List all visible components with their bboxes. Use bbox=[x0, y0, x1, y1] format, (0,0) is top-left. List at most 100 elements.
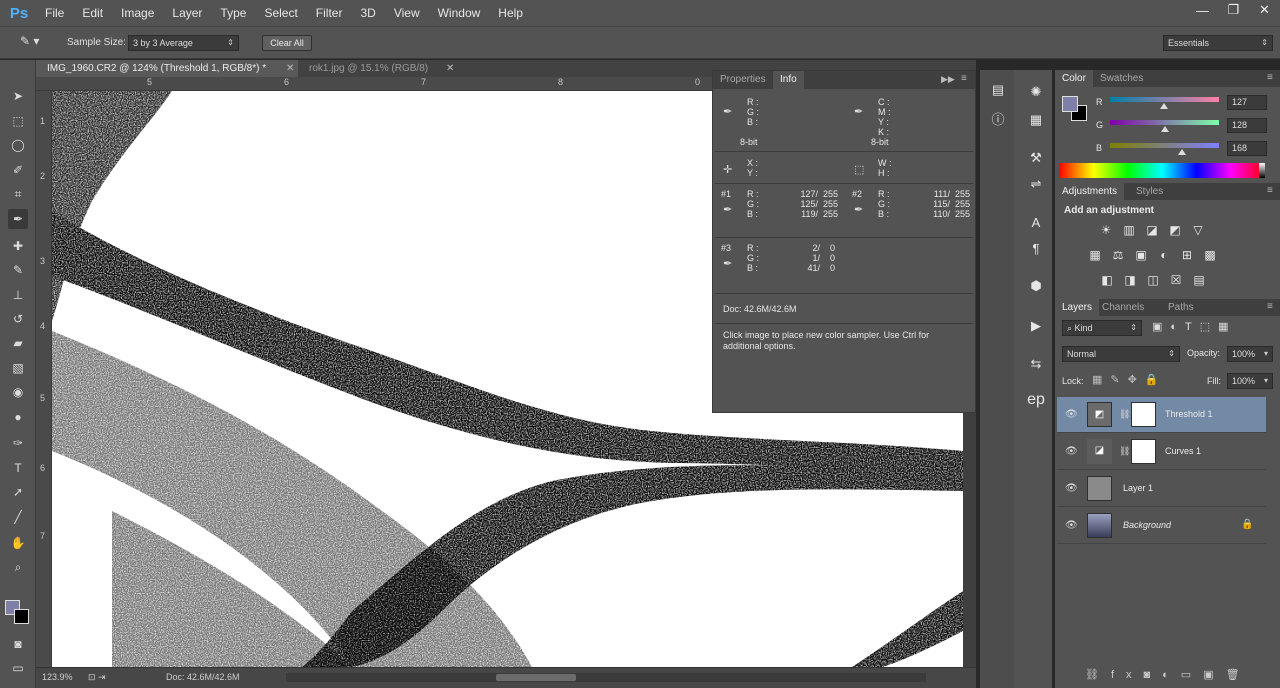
close-icon[interactable]: ✕ bbox=[446, 60, 454, 77]
color-value-g[interactable]: 128 bbox=[1227, 118, 1267, 133]
gradient-tool-icon[interactable]: ▧ bbox=[8, 358, 28, 378]
measurement-icon[interactable]: ⇆ bbox=[1024, 352, 1048, 376]
clone-stamp-tool-icon[interactable]: ⊥ bbox=[8, 285, 28, 305]
tab-info[interactable]: Info bbox=[773, 71, 804, 89]
zoom-tool-icon[interactable]: ⌕ bbox=[8, 557, 28, 577]
eraser-tool-icon[interactable]: ▰ bbox=[8, 333, 28, 353]
panel-menu-icon[interactable]: ≡ bbox=[961, 73, 967, 84]
color-spectrum[interactable] bbox=[1059, 163, 1265, 178]
share-icon[interactable]: ⊡ ⇥ bbox=[88, 672, 106, 683]
layer-row-threshold[interactable]: 👁 ◩ ⛓ Threshold 1 bbox=[1057, 397, 1266, 433]
line-tool-icon[interactable]: ╱ bbox=[8, 507, 28, 527]
black-white-icon[interactable]: ▣ bbox=[1133, 247, 1149, 263]
panel-menu-icon[interactable]: ≡ bbox=[1267, 72, 1273, 83]
color-sampler-preset-icon[interactable]: ✎ ▾ bbox=[20, 34, 50, 52]
layer-filter-select[interactable]: ⌕ Kind ⇕ bbox=[1062, 320, 1142, 336]
menu-filter[interactable]: Filter bbox=[307, 0, 352, 26]
photo-filter-icon[interactable]: ◐ bbox=[1156, 247, 1172, 263]
slider-knob-r[interactable] bbox=[1160, 103, 1169, 109]
menu-help[interactable]: Help bbox=[489, 0, 532, 26]
color-balance-icon[interactable]: ⚖ bbox=[1110, 247, 1126, 263]
color-value-r[interactable]: 127 bbox=[1227, 95, 1267, 110]
brightness-contrast-icon[interactable]: ☀ bbox=[1098, 222, 1114, 238]
curves-icon[interactable]: ◪ bbox=[1144, 222, 1160, 238]
slider-track-r[interactable] bbox=[1110, 97, 1219, 102]
tab-properties[interactable]: Properties bbox=[713, 71, 773, 89]
history-icon[interactable]: ▤ bbox=[986, 78, 1010, 102]
quick-mask-icon[interactable]: ◙ bbox=[8, 634, 28, 654]
menu-select[interactable]: Select bbox=[255, 0, 306, 26]
ep-plugin-icon[interactable]: ep bbox=[1024, 388, 1048, 412]
hue-saturation-icon[interactable]: ▦ bbox=[1087, 247, 1103, 263]
menu-file[interactable]: File bbox=[36, 0, 73, 26]
menu-layer[interactable]: Layer bbox=[163, 0, 211, 26]
layer-mask-thumb[interactable] bbox=[1131, 439, 1156, 464]
restore-button[interactable]: ❐ bbox=[1218, 0, 1249, 20]
eye-icon[interactable]: 👁 bbox=[1065, 483, 1078, 494]
clone-source-icon[interactable]: ⇌ bbox=[1024, 172, 1048, 196]
foreground-color-chip[interactable] bbox=[1062, 96, 1078, 112]
menu-edit[interactable]: Edit bbox=[73, 0, 112, 26]
slider-track-g[interactable] bbox=[1110, 120, 1219, 125]
panel-menu-icon[interactable]: ≡ bbox=[1267, 301, 1273, 312]
healing-brush-tool-icon[interactable]: ✚ bbox=[8, 236, 28, 256]
horizontal-scrollbar[interactable] bbox=[286, 673, 926, 682]
lock-options-icons[interactable]: ▦✎✥🔒 bbox=[1092, 373, 1167, 386]
quick-select-tool-icon[interactable]: ✐ bbox=[8, 160, 28, 180]
brush-tool-icon[interactable]: ✎ bbox=[8, 260, 28, 280]
type-tool-icon[interactable]: T bbox=[8, 458, 28, 478]
character-icon[interactable]: A bbox=[1024, 210, 1048, 234]
blur-tool-icon[interactable]: ◉ bbox=[8, 382, 28, 402]
crop-tool-icon[interactable]: ⌗ bbox=[8, 184, 28, 204]
tab-adjustments[interactable]: Adjustments bbox=[1055, 183, 1125, 201]
3d-icon[interactable]: ⬢ bbox=[1024, 274, 1048, 298]
info-icon[interactable]: ⓘ bbox=[986, 106, 1010, 130]
tab-channels[interactable]: Channels bbox=[1095, 299, 1151, 317]
tab-color[interactable]: Color bbox=[1055, 70, 1093, 88]
vibrance-icon[interactable]: ▽ bbox=[1190, 222, 1206, 238]
levels-icon[interactable]: ▥ bbox=[1121, 222, 1137, 238]
tab-swatches[interactable]: Swatches bbox=[1093, 70, 1150, 88]
minimize-button[interactable]: — bbox=[1187, 0, 1218, 20]
layers-footer-icons[interactable]: ⛓fx◙◐▭▣🗑 bbox=[1085, 668, 1275, 684]
menu-view[interactable]: View bbox=[385, 0, 429, 26]
invert-icon[interactable]: ◧ bbox=[1099, 272, 1115, 288]
posterize-icon[interactable]: ◨ bbox=[1122, 272, 1138, 288]
menu-3d[interactable]: 3D bbox=[351, 0, 384, 26]
tab-paths[interactable]: Paths bbox=[1161, 299, 1201, 317]
opacity-field[interactable]: 100% ▾ bbox=[1227, 346, 1273, 362]
background-color-swatch[interactable] bbox=[14, 609, 29, 624]
history-brush-tool-icon[interactable]: ↺ bbox=[8, 309, 28, 329]
eye-icon[interactable]: 👁 bbox=[1065, 446, 1078, 457]
scrollbar-thumb[interactable] bbox=[496, 674, 576, 681]
eyedropper-tool-icon[interactable]: ✒ bbox=[8, 209, 28, 229]
menu-image[interactable]: Image bbox=[112, 0, 163, 26]
lasso-tool-icon[interactable]: ◯ bbox=[8, 135, 28, 155]
slider-track-b[interactable] bbox=[1110, 143, 1219, 148]
gradient-map-icon[interactable]: ▤ bbox=[1191, 272, 1207, 288]
actions-icon[interactable]: ▶ bbox=[1024, 314, 1048, 338]
layer-row-background[interactable]: 👁 Background 🔒 bbox=[1057, 508, 1266, 544]
tool-presets-icon[interactable]: ⚒ bbox=[1024, 146, 1048, 170]
color-value-b[interactable]: 168 bbox=[1227, 141, 1267, 156]
tab-img-1960[interactable]: IMG_1960.CR2 @ 124% (Threshold 1, RGB/8*… bbox=[36, 60, 298, 77]
menu-window[interactable]: Window bbox=[429, 0, 490, 26]
collapse-icon[interactable]: ▶▶ bbox=[941, 74, 955, 85]
layer-row-curves[interactable]: 👁 ◪ ⛓ Curves 1 bbox=[1057, 434, 1266, 470]
slider-knob-b[interactable] bbox=[1177, 149, 1186, 155]
zoom-level[interactable]: 123.9% bbox=[42, 672, 73, 682]
selective-color-icon[interactable]: ☒ bbox=[1168, 272, 1184, 288]
color-lookup-icon[interactable]: ▩ bbox=[1202, 247, 1218, 263]
marquee-tool-icon[interactable]: ⬚ bbox=[8, 111, 28, 131]
layer-mask-thumb[interactable] bbox=[1131, 402, 1156, 427]
exposure-icon[interactable]: ◩ bbox=[1167, 222, 1183, 238]
tab-styles[interactable]: Styles bbox=[1129, 183, 1170, 201]
workspace-select[interactable]: Essentials ⇕ bbox=[1163, 35, 1273, 51]
paragraph-icon[interactable]: ¶ bbox=[1024, 236, 1048, 260]
menu-type[interactable]: Type bbox=[211, 0, 255, 26]
pen-tool-icon[interactable]: ✑ bbox=[8, 433, 28, 453]
panel-menu-icon[interactable]: ≡ bbox=[1267, 185, 1273, 196]
close-icon[interactable]: ✕ bbox=[286, 60, 294, 77]
brush-icon[interactable]: ▦ bbox=[1024, 108, 1048, 132]
eye-icon[interactable]: 👁 bbox=[1065, 409, 1078, 420]
